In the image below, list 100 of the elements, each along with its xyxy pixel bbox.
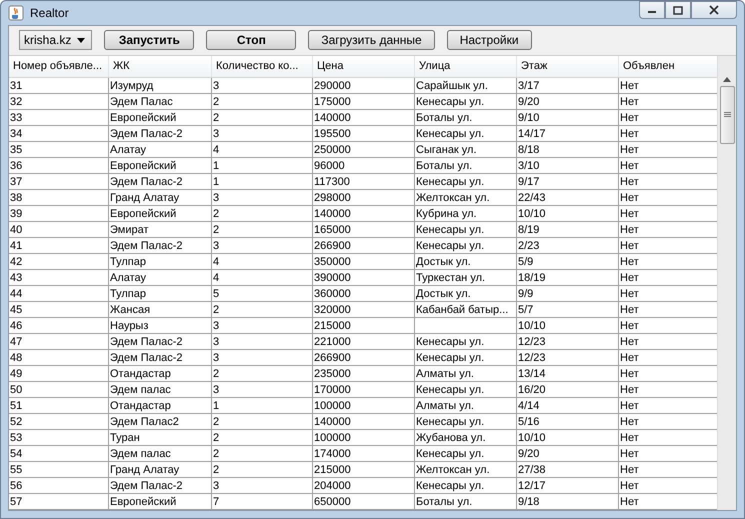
column-header[interactable]: Этаж (517, 56, 619, 77)
table-cell: 195500 (313, 126, 415, 142)
table-cell: Кенесары ул. (415, 126, 517, 142)
table-cell: 266900 (313, 238, 415, 254)
table-cell: 12/23 (517, 350, 619, 366)
table-cell: 175000 (313, 94, 415, 110)
table-cell: Изумруд (109, 78, 212, 94)
table-cell: 215000 (313, 318, 415, 334)
column-header[interactable]: Улица (415, 56, 517, 77)
table-cell: 250000 (313, 142, 415, 158)
table-cell: Эдем Палас-2 (109, 126, 212, 142)
table-cell: 18/19 (517, 270, 619, 286)
table-cell: Кенесары ул. (415, 446, 517, 462)
table-cell: 2 (212, 430, 313, 446)
column-header[interactable]: Цена (313, 56, 415, 77)
table-cell: 3 (212, 318, 313, 334)
table-cell: Отандастар (109, 398, 212, 414)
toolbar-button[interactable]: Настройки (446, 30, 532, 50)
grip-icon (724, 112, 730, 118)
site-dropdown[interactable]: krisha.kz (19, 30, 92, 50)
table-cell: 40 (9, 222, 109, 238)
table-cell: 5/9 (517, 254, 619, 270)
table-cell: 49 (9, 366, 109, 382)
table-cell: 57 (9, 494, 109, 510)
table-cell: 2 (212, 206, 313, 222)
table-cell: 52 (9, 414, 109, 430)
table-cell: 50 (9, 382, 109, 398)
table-cell: Алматы ул. (415, 366, 517, 382)
table-cell: 2 (212, 94, 313, 110)
table-cell: 8/18 (517, 142, 619, 158)
table-cell: Гранд Алатау (109, 462, 212, 478)
table-cell: 360000 (313, 286, 415, 302)
table-cell: Эдем Палас2 (109, 414, 212, 430)
column-header[interactable]: ЖК (109, 56, 212, 77)
window-title: Realtor (30, 6, 69, 20)
table-cell: 3 (212, 334, 313, 350)
table-cell: 27/38 (517, 462, 619, 478)
table-cell: 3/17 (517, 78, 619, 94)
table-cell: 2 (212, 446, 313, 462)
table-cell: Желтоксан ул. (415, 462, 517, 478)
table-cell: Эдем Палас-2 (109, 174, 212, 190)
toolbar-button[interactable]: Запустить (104, 30, 194, 50)
table-cell: 235000 (313, 366, 415, 382)
table-cell: 320000 (313, 302, 415, 318)
table-cell: 140000 (313, 110, 415, 126)
table-cell: Эдем палас (109, 382, 212, 398)
close-button[interactable] (691, 1, 737, 19)
column-header[interactable]: Номер объявле... (9, 56, 109, 77)
scroll-up-icon[interactable] (723, 77, 731, 82)
table-cell: 2 (212, 462, 313, 478)
scrollbar-thumb[interactable] (720, 86, 734, 144)
table-cell: 47 (9, 334, 109, 350)
table-cell: Туран (109, 430, 212, 446)
table-cell: 36 (9, 158, 109, 174)
minimize-button[interactable] (639, 1, 665, 19)
table-cell: 53 (9, 430, 109, 446)
table-cell: 9/20 (517, 94, 619, 110)
table-cell: 96000 (313, 158, 415, 174)
toolbar-button[interactable]: Загрузить данные (308, 30, 435, 50)
table-cell: Желтоксан ул. (415, 190, 517, 206)
table-cell: Тулпар (109, 286, 212, 302)
table-cell: 46 (9, 318, 109, 334)
table-cell: 55 (9, 462, 109, 478)
table-cell: Сыганак ул. (415, 142, 517, 158)
table-cell: 12/17 (517, 478, 619, 494)
table-cell: Боталы ул. (415, 110, 517, 126)
table-cell: 100000 (313, 398, 415, 414)
table-cell: Гранд Алатау (109, 190, 212, 206)
table-cell: 3 (212, 478, 313, 494)
table-cell: Эдем Палас-2 (109, 478, 212, 494)
toolbar-button[interactable]: Стоп (206, 30, 296, 50)
table-cell: 2/23 (517, 238, 619, 254)
table-cell: Эдем Палас-2 (109, 350, 212, 366)
table-cell: 650000 (313, 494, 415, 510)
column-header[interactable]: Количество ко... (212, 56, 313, 77)
table-cell: 7 (212, 494, 313, 510)
table-cell: 117300 (313, 174, 415, 190)
table-cell: 13/14 (517, 366, 619, 382)
table-cell: 9/20 (517, 446, 619, 462)
table-cell: 298000 (313, 190, 415, 206)
table-cell: 33 (9, 110, 109, 126)
table-cell: Эдем Палас-2 (109, 238, 212, 254)
maximize-button[interactable] (665, 1, 691, 19)
table-cell: 4 (212, 270, 313, 286)
maximize-icon (673, 6, 683, 14)
table-cell: 2 (212, 366, 313, 382)
scrollbar[interactable] (717, 56, 736, 510)
table-cell: 4 (212, 142, 313, 158)
table-cell: 45 (9, 302, 109, 318)
table-cell: Кабанбай батыр... (415, 302, 517, 318)
caret-down-icon (77, 38, 86, 42)
coffee-cup-icon (8, 5, 24, 21)
table-cell: Кенесары ул. (415, 334, 517, 350)
table-cell: Достык ул. (415, 254, 517, 270)
table-cell: 140000 (313, 206, 415, 222)
table-cell: 290000 (313, 78, 415, 94)
table-cell: Эдем Палас (109, 94, 212, 110)
table-cell: Европейский (109, 206, 212, 222)
table-cell: 10/10 (517, 430, 619, 446)
table-cell: Боталы ул. (415, 494, 517, 510)
